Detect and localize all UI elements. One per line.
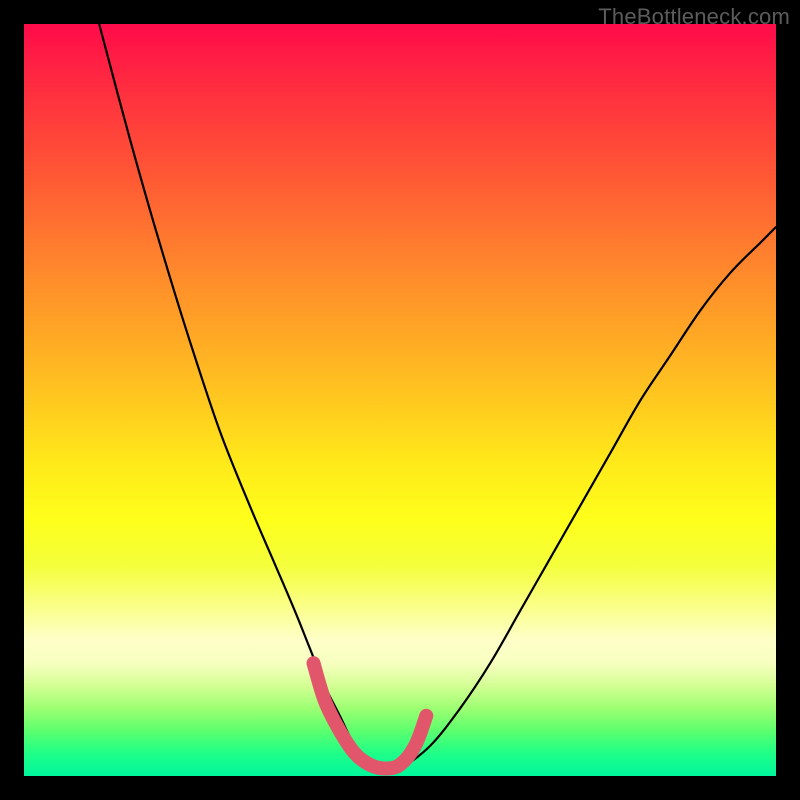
- optimal-zone-path: [314, 663, 427, 768]
- bottleneck-curve-path: [99, 24, 776, 770]
- curve-svg: [24, 24, 776, 776]
- plot-area: [24, 24, 776, 776]
- outer-frame: TheBottleneck.com: [0, 0, 800, 800]
